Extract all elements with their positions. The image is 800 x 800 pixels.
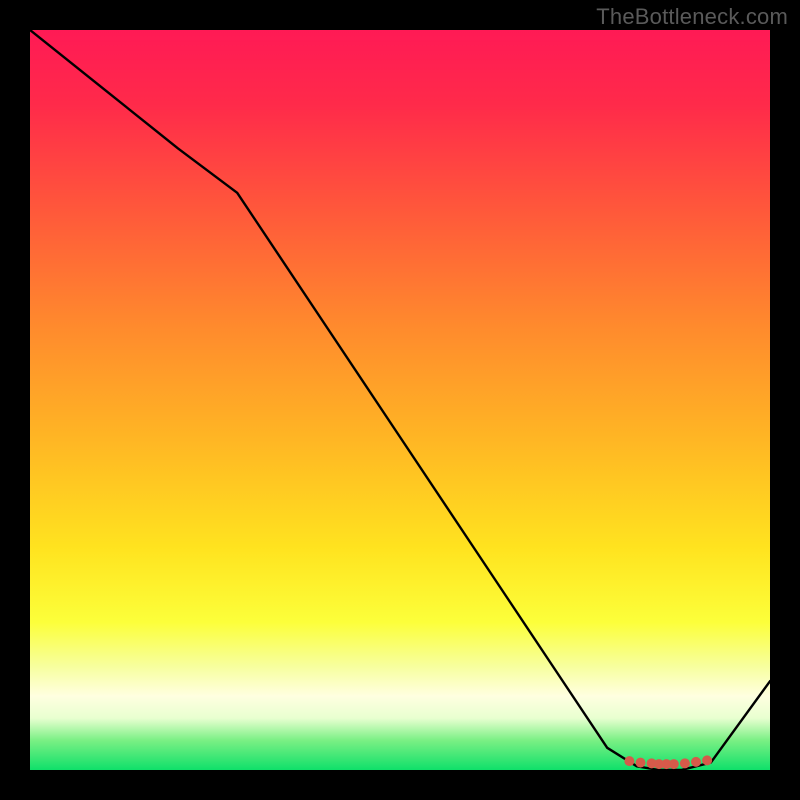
marker-dot xyxy=(669,759,679,769)
line-series-curve xyxy=(30,30,770,770)
plot-area xyxy=(30,30,770,770)
chart-svg xyxy=(30,30,770,770)
watermark-text: TheBottleneck.com xyxy=(596,4,788,30)
marker-dot xyxy=(624,756,634,766)
marker-dot xyxy=(680,758,690,768)
marker-dot xyxy=(691,757,701,767)
chart-frame: TheBottleneck.com xyxy=(0,0,800,800)
marker-dot xyxy=(636,758,646,768)
marker-dot xyxy=(702,755,712,765)
